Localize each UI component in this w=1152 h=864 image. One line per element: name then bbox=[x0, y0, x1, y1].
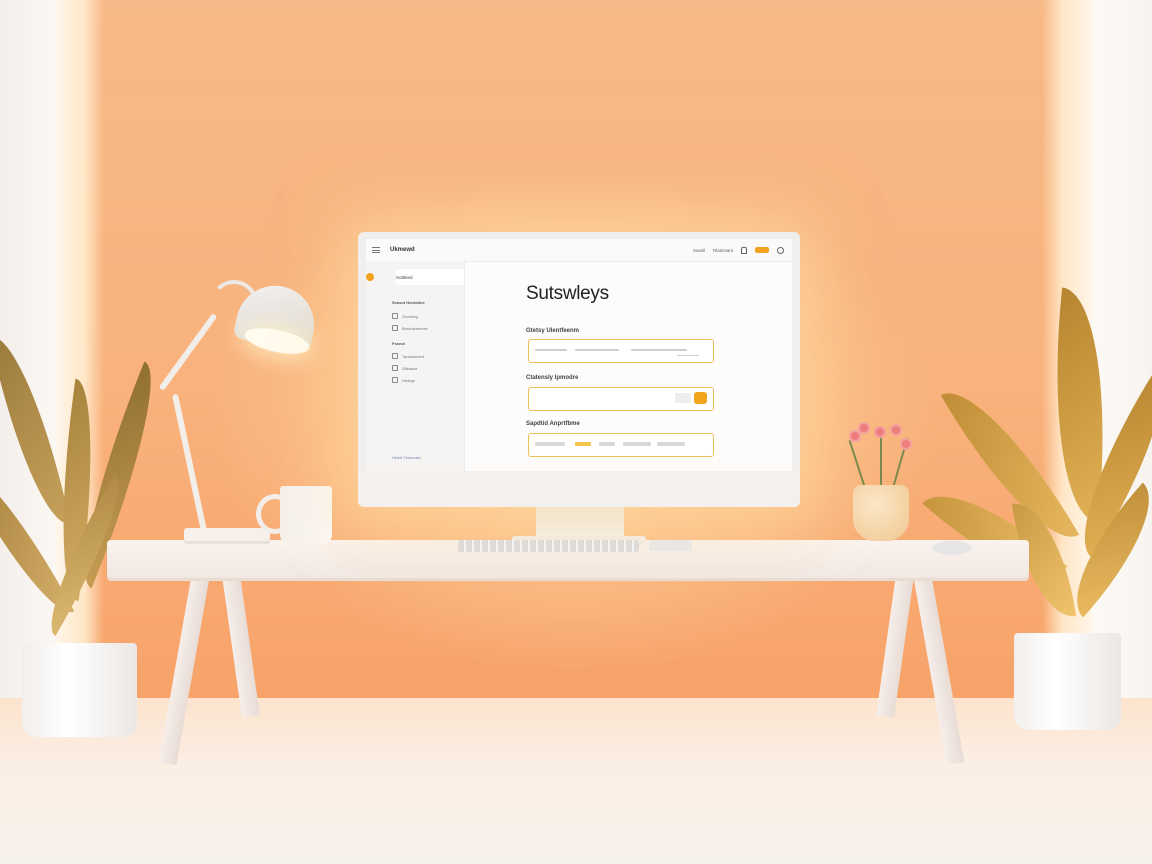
field-label: Ctatensly Ipmodre bbox=[526, 375, 579, 381]
sidebar-item-active[interactable]: Sottleed bbox=[366, 269, 464, 285]
doc-icon bbox=[392, 313, 398, 319]
topbar-actions: Sawtil Rlatinsant bbox=[693, 246, 784, 254]
dropdown-button[interactable] bbox=[694, 392, 707, 404]
sidebar-item-label: Tausbanoert bbox=[402, 353, 425, 359]
monitor-stand bbox=[536, 507, 624, 539]
mouse bbox=[932, 541, 972, 555]
monitor-chin bbox=[358, 471, 800, 507]
tag-input[interactable] bbox=[528, 433, 714, 457]
sidebar-item[interactable]: Bmohtenentes bbox=[392, 325, 428, 331]
sidebar-item-label: Gnewlng bbox=[402, 313, 418, 319]
topbar-link[interactable]: Sawtil bbox=[693, 248, 705, 253]
sidebar-footer-link[interactable]: Hettal Timeanke bbox=[392, 455, 421, 460]
page-title: Sutswleys bbox=[526, 283, 609, 304]
brand-logo[interactable]: Ukmewd bbox=[390, 247, 415, 253]
sidebar-item-label: Hedrgs bbox=[402, 377, 415, 383]
desk-scene: Ukmewd Sawtil Rlatinsant Sottleed Seasot… bbox=[0, 0, 1152, 864]
main-content: Sutswleys Gtetsy Ulentfeenm Ctatensly Ip… bbox=[464, 261, 792, 471]
sidebar-item[interactable]: Hedrgs bbox=[392, 377, 415, 383]
sidebar-item-label: Bmohtenentes bbox=[402, 325, 428, 331]
lamp-arm bbox=[172, 393, 210, 542]
left-plant-pot bbox=[22, 643, 137, 737]
sidebar: Sottleed Seasot Honlotine Gnewlng Bmohte… bbox=[366, 261, 465, 471]
right-plant-pot bbox=[1014, 633, 1121, 730]
desk-leg bbox=[222, 574, 260, 718]
toggle[interactable] bbox=[675, 393, 691, 403]
keyboard bbox=[458, 540, 639, 552]
home-icon bbox=[366, 273, 374, 281]
page-subtitle bbox=[526, 309, 716, 311]
select-input[interactable] bbox=[528, 387, 714, 411]
folder-icon bbox=[392, 325, 398, 331]
vase bbox=[853, 485, 909, 541]
field-label: Sapdtid Anprtfbme bbox=[526, 421, 580, 427]
menu-icon[interactable] bbox=[372, 247, 380, 253]
monitor-screen: Ukmewd Sawtil Rlatinsant Sottleed Seasot… bbox=[366, 239, 792, 471]
trackpad bbox=[649, 540, 692, 551]
app-topbar: Ukmewd Sawtil Rlatinsant bbox=[366, 239, 792, 262]
sidebar-item[interactable]: Sttkaske bbox=[392, 365, 417, 371]
topbar-link[interactable]: Rlatinsant bbox=[713, 248, 733, 253]
field-label: Gtetsy Ulentfeenm bbox=[526, 328, 580, 334]
primary-action-button[interactable] bbox=[755, 247, 769, 253]
desk-leg bbox=[876, 574, 914, 718]
text-input[interactable] bbox=[528, 339, 714, 363]
sidebar-item-label: Sttkaske bbox=[402, 365, 418, 371]
sidebar-item-label: Sottleed bbox=[396, 274, 413, 280]
sidebar-item[interactable]: Gnewlng bbox=[392, 313, 418, 319]
bell-icon[interactable] bbox=[741, 246, 747, 254]
file-icon bbox=[392, 377, 398, 383]
monitor: Ukmewd Sawtil Rlatinsant Sottleed Seasot… bbox=[358, 232, 800, 507]
sidebar-item[interactable]: Tausbanoert bbox=[392, 353, 424, 359]
lamp-arm bbox=[158, 313, 218, 391]
lock-icon bbox=[392, 353, 398, 359]
user-icon[interactable] bbox=[777, 246, 784, 254]
mug bbox=[280, 486, 332, 543]
sidebar-section-title: Fsseut bbox=[392, 341, 405, 346]
sidebar-section-title: Seasot Honlotine bbox=[392, 300, 425, 305]
chart-icon bbox=[392, 365, 398, 371]
lamp-base bbox=[184, 528, 270, 544]
